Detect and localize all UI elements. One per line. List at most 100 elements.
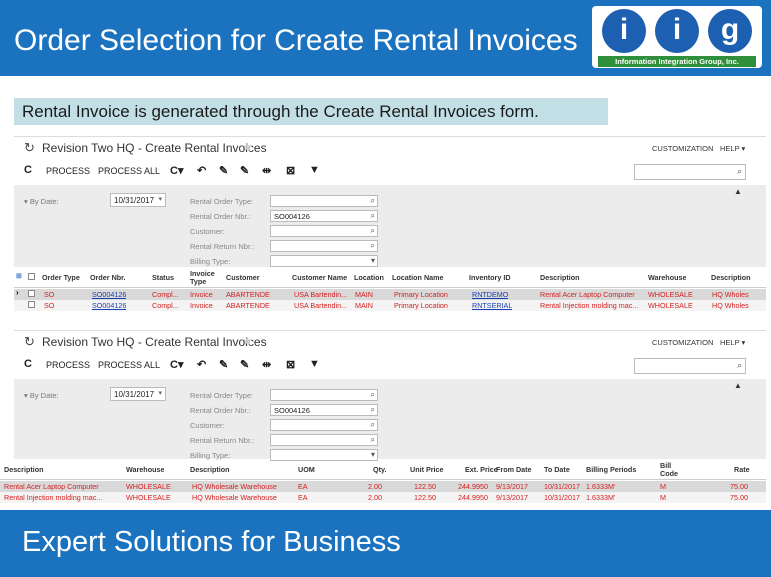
- customer-field[interactable]: ⌕: [270, 225, 378, 237]
- col-invoice-type-2: Type: [190, 277, 207, 286]
- col-qty[interactable]: Qty.: [373, 465, 386, 474]
- schedule-dropdown-icon[interactable]: C▾: [170, 164, 183, 177]
- search-icon: ⌕: [370, 390, 375, 399]
- col-billing-periods[interactable]: Billing Periods: [586, 465, 636, 474]
- col-description[interactable]: Description: [4, 465, 44, 474]
- billing-type-select[interactable]: ▾: [270, 255, 378, 267]
- edit-icon[interactable]: ✎: [240, 164, 249, 177]
- edit-icon[interactable]: ✎: [219, 164, 228, 177]
- col-warehouse[interactable]: Warehouse: [126, 465, 164, 474]
- help-menu[interactable]: HELP ▾: [720, 338, 745, 347]
- rental-return-nbr-label: Rental Return Nbr.:: [190, 436, 255, 445]
- col-to-date[interactable]: To Date: [544, 465, 570, 474]
- cell-warehouse: WHOLESALE: [126, 482, 171, 491]
- search-input[interactable]: ⌕: [634, 164, 746, 180]
- fit-columns-icon[interactable]: ⇹: [262, 164, 271, 177]
- table-row[interactable]: Rental Acer Laptop Computer WHOLESALE HQ…: [0, 481, 766, 492]
- edit-icon[interactable]: ✎: [219, 358, 228, 371]
- billing-type-label: Billing Type:: [190, 451, 231, 460]
- process-all-button[interactable]: PROCESS ALL: [98, 166, 160, 176]
- date-field[interactable]: 10/31/2017 ▾: [110, 387, 166, 401]
- inventory-id-link[interactable]: RNTDEMO: [472, 290, 508, 299]
- undo-icon[interactable]: ↶: [197, 358, 206, 371]
- cell-description-2: HQ Wholes: [712, 290, 749, 299]
- process-button[interactable]: PROCESS: [46, 166, 90, 176]
- search-icon: ⌕: [370, 196, 375, 205]
- col-from-date[interactable]: From Date: [496, 465, 532, 474]
- col-description-2[interactable]: Description: [190, 465, 230, 474]
- company-logo: i i g Information Integration Group, Inc…: [592, 6, 762, 68]
- collapse-icon[interactable]: ▲: [734, 381, 742, 390]
- col-ext-price[interactable]: Ext. Price: [465, 465, 498, 474]
- undo-icon[interactable]: ↶: [197, 164, 206, 177]
- col-warehouse[interactable]: Warehouse: [648, 273, 686, 282]
- billing-type-select[interactable]: ▾: [270, 449, 378, 461]
- export-excel-icon[interactable]: ⊠: [286, 358, 295, 371]
- rental-order-nbr-field[interactable]: SO004126 ⌕: [270, 210, 378, 222]
- col-uom[interactable]: UOM: [298, 465, 315, 474]
- col-customer-name[interactable]: Customer Name: [292, 273, 347, 282]
- col-description[interactable]: Description: [540, 273, 580, 282]
- fit-columns-icon[interactable]: ⇹: [262, 358, 271, 371]
- order-nbr-link[interactable]: SO004126: [92, 290, 126, 299]
- favorite-star-icon[interactable]: ★: [242, 334, 253, 348]
- col-status[interactable]: Status: [152, 273, 174, 282]
- filter-icon[interactable]: ▼: [309, 164, 320, 176]
- export-excel-icon[interactable]: ⊠: [286, 164, 295, 177]
- col-order-type[interactable]: Order Type: [42, 273, 80, 282]
- col-location[interactable]: Location: [354, 273, 384, 282]
- row-checkbox[interactable]: [28, 290, 35, 297]
- footer-tagline: Expert Solutions for Business: [22, 526, 401, 558]
- col-location-name[interactable]: Location Name: [392, 273, 444, 282]
- schedule-dropdown-icon[interactable]: C▾: [170, 358, 183, 371]
- customization-menu[interactable]: CUSTOMIZATION: [652, 338, 713, 347]
- logo-letter: g: [708, 9, 752, 53]
- search-icon: ⌕: [370, 211, 375, 220]
- logo-company-name: Information Integration Group, Inc.: [598, 56, 756, 67]
- process-all-button[interactable]: PROCESS ALL: [98, 360, 160, 370]
- page-title: Revision Two HQ - Create Rental Invoices: [42, 335, 267, 349]
- cell-ext-price: 244.9950: [458, 493, 488, 502]
- row-selector-icon[interactable]: ⊞: [16, 272, 22, 280]
- refresh-icon[interactable]: ↻: [24, 334, 35, 350]
- row-checkbox[interactable]: [28, 301, 35, 308]
- customization-menu[interactable]: CUSTOMIZATION: [652, 144, 713, 153]
- inventory-id-link[interactable]: RNTSERIAL: [472, 301, 512, 310]
- select-all-checkbox[interactable]: [28, 273, 35, 280]
- col-rate[interactable]: Rate: [734, 465, 750, 474]
- order-nbr-link[interactable]: SO004126: [92, 301, 126, 310]
- chevron-down-icon: ▾: [158, 390, 162, 397]
- refresh-icon[interactable]: C: [24, 358, 32, 370]
- customer-field[interactable]: ⌕: [270, 419, 378, 431]
- col-description-2[interactable]: Description: [711, 273, 751, 282]
- col-customer[interactable]: Customer: [226, 273, 260, 282]
- col-inventory-id[interactable]: Inventory ID: [469, 273, 511, 282]
- refresh-icon[interactable]: C: [24, 164, 32, 176]
- rental-return-nbr-label: Rental Return Nbr.:: [190, 242, 255, 251]
- rental-order-type-field[interactable]: ⌕: [270, 195, 378, 207]
- rental-return-nbr-field[interactable]: ⌕: [270, 240, 378, 252]
- slide-title: Order Selection for Create Rental Invoic…: [14, 24, 578, 57]
- cell-customer-name: USA Bartendin...: [294, 301, 348, 310]
- rental-return-nbr-field[interactable]: ⌕: [270, 434, 378, 446]
- search-input[interactable]: ⌕: [634, 358, 746, 374]
- col-unit-price[interactable]: Unit Price: [410, 465, 444, 474]
- cell-location: MAIN: [355, 290, 373, 299]
- table-row[interactable]: Rental Injection molding mac... WHOLESAL…: [0, 492, 766, 503]
- table-row[interactable]: SO SO004126 Compl... Invoice ABARTENDE U…: [14, 300, 766, 311]
- cell-invoice-type: Invoice: [190, 301, 213, 310]
- process-button[interactable]: PROCESS: [46, 360, 90, 370]
- table-row[interactable]: › SO SO004126 Compl... Invoice ABARTENDE…: [14, 288, 766, 300]
- favorite-star-icon[interactable]: ★: [242, 140, 253, 154]
- rental-order-nbr-field[interactable]: SO004126 ⌕: [270, 404, 378, 416]
- filter-icon[interactable]: ▼: [309, 358, 320, 370]
- col-order-nbr[interactable]: Order Nbr.: [90, 273, 126, 282]
- help-menu[interactable]: HELP ▾: [720, 144, 745, 153]
- refresh-icon[interactable]: ↻: [24, 140, 35, 156]
- edit-icon[interactable]: ✎: [240, 358, 249, 371]
- collapse-icon[interactable]: ▲: [734, 187, 742, 196]
- cell-description-2: HQ Wholesale Warehouse: [192, 493, 277, 502]
- date-field[interactable]: 10/31/2017 ▾: [110, 193, 166, 207]
- rental-order-type-field[interactable]: ⌕: [270, 389, 378, 401]
- search-icon: ⌕: [370, 405, 375, 414]
